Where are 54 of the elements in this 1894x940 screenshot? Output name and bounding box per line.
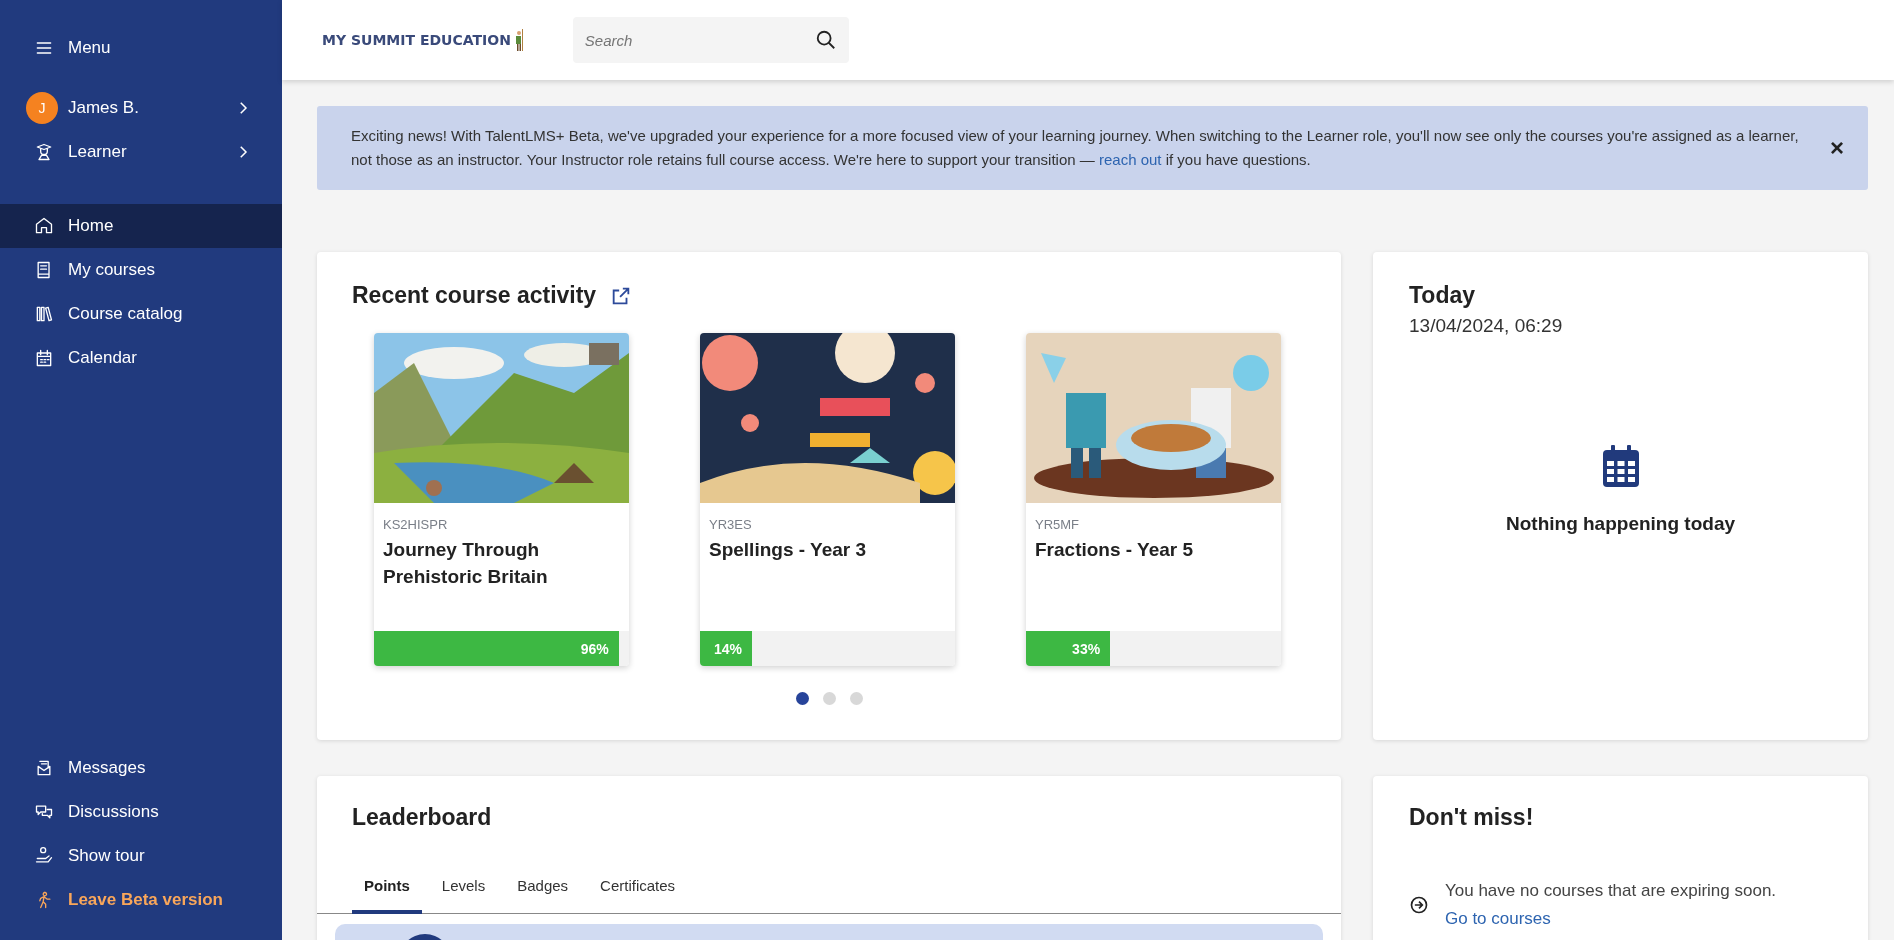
avatar: J: [26, 92, 58, 124]
envelope-icon: [34, 758, 54, 778]
nav-item[interactable]: Leave Beta version: [0, 878, 282, 922]
nav-item[interactable]: Show tour: [0, 834, 282, 878]
banner-message: Exciting news! With TalentLMS+ Beta, we've upgraded your experience for a more focused view of your learning journey. When switching to the Learner role, you'll now see only the courses you're assigned as a learner, not those as an instructor. Your Instructor role retains full course access. We're here to support your transition — reach out if you have questions.: [351, 126, 1800, 170]
course-title: Fractions - Year 5: [1035, 538, 1195, 562]
graduate-icon: [34, 142, 54, 162]
go-to-courses-link[interactable]: Go to courses: [1445, 909, 1551, 928]
course-code: YR5MF: [1035, 517, 1081, 532]
progress-label: 96%: [579, 639, 610, 659]
nav-item[interactable]: Calendar: [0, 336, 282, 380]
tab[interactable]: Badges: [505, 867, 581, 914]
tab[interactable]: Points: [352, 867, 422, 914]
tab[interactable]: Levels: [429, 867, 498, 914]
course-title: Journey Through Prehistoric Britain: [383, 538, 549, 589]
nav-item[interactable]: My courses: [0, 248, 282, 292]
course-code: YR3ES: [709, 517, 753, 532]
arrow-circle-icon: [1409, 895, 1429, 915]
tab[interactable]: Certificates: [588, 867, 688, 914]
card-title: Don't miss!: [1409, 804, 1535, 831]
card-title: Leaderboard: [351, 803, 493, 831]
calendar-icon: [1602, 445, 1639, 487]
nav-item[interactable]: Course catalog: [0, 292, 282, 336]
reach-out-link[interactable]: reach out: [1098, 151, 1162, 168]
user-menu[interactable]: J James B.: [0, 86, 282, 130]
notice-message: You have no courses that are expiring soon. Go to courses: [1445, 880, 1778, 930]
card-title: Today: [1409, 282, 1477, 309]
hiker-icon: [514, 28, 525, 52]
progress-label: 33%: [1071, 639, 1102, 659]
carousel-dot[interactable]: [849, 692, 863, 705]
carousel-dot[interactable]: [822, 692, 836, 705]
course-title: Spellings - Year 3: [709, 538, 867, 562]
empty-message: Nothing happening today: [1506, 513, 1735, 535]
role-menu[interactable]: Learner: [0, 130, 282, 174]
nav-item[interactable]: Discussions: [0, 790, 282, 834]
books-icon: [34, 304, 54, 324]
search-field[interactable]: Search: [572, 17, 849, 63]
calendar-icon: [34, 348, 54, 368]
course-code: KS2HISPR: [383, 517, 449, 532]
logo[interactable]: MY SUMMIT EDUCATION: [322, 32, 511, 48]
course-card[interactable]: YR5MF Fractions - Year 5 33%: [1026, 333, 1281, 666]
course-card[interactable]: YR3ES Spellings - Year 3 14%: [700, 333, 955, 666]
search-icon[interactable]: [814, 29, 837, 51]
menu-button[interactable]: Menu: [0, 26, 282, 70]
hand-icon: [34, 846, 54, 866]
date-time: 13/04/2024, 06:29: [1409, 315, 1564, 337]
carousel-dot[interactable]: [795, 692, 809, 705]
card-title: Recent course activity: [352, 282, 597, 309]
course-card[interactable]: KS2HISPR Journey Through Prehistoric Britain 96%: [374, 333, 629, 666]
nav-item[interactable]: Home: [0, 204, 282, 248]
close-button[interactable]: ×: [1830, 134, 1844, 162]
home-icon: [34, 216, 54, 236]
nav-item[interactable]: Messages: [0, 746, 282, 790]
progress-label: 14%: [712, 639, 743, 659]
